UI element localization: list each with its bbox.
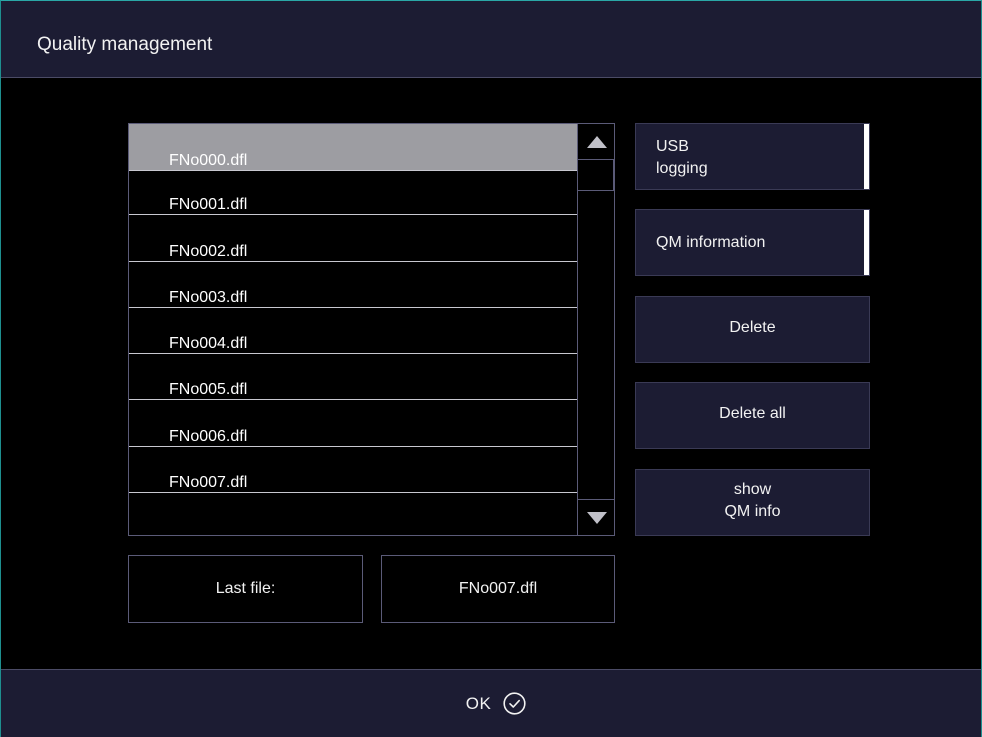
- list-item-label: FNo003.dfl: [169, 289, 248, 306]
- list-item[interactable]: FNo003.dfl: [129, 262, 577, 308]
- list-item-label: FNo001.dfl: [169, 196, 248, 213]
- scroll-down-button[interactable]: [578, 499, 615, 535]
- footer-bar: OK: [1, 669, 981, 737]
- last-file-value: FNo007.dfl: [458, 580, 538, 597]
- file-list[interactable]: FNo000.dfl FNo001.dfl FNo002.dfl FNo003.…: [128, 123, 615, 536]
- list-item-label: FNo000.dfl: [169, 152, 248, 169]
- scroll-up-button[interactable]: [578, 124, 615, 159]
- usb-logging-label: USB logging: [656, 138, 708, 177]
- list-item[interactable]: FNo001.dfl: [129, 171, 577, 215]
- list-item-label: FNo004.dfl: [169, 335, 248, 352]
- triangle-down-icon: [586, 511, 607, 524]
- list-item-label: FNo006.dfl: [169, 428, 248, 445]
- header-bar: Quality management: [1, 1, 981, 78]
- list-item[interactable]: FNo005.dfl: [129, 354, 577, 400]
- list-item-label: FNo002.dfl: [169, 243, 248, 260]
- active-indicator: [864, 210, 869, 275]
- delete-all-button[interactable]: Delete all: [635, 382, 870, 449]
- list-item[interactable]: FNo007.dfl: [129, 447, 577, 493]
- show-qm-info-label: show QM info: [724, 481, 781, 520]
- qm-information-label: QM information: [656, 234, 766, 251]
- delete-button[interactable]: Delete: [635, 296, 870, 363]
- last-file-label: Last file:: [215, 580, 276, 597]
- delete-label: Delete: [729, 319, 776, 336]
- page-title: Quality management: [37, 34, 213, 55]
- last-file-label-box: Last file:: [128, 555, 363, 623]
- scroll-thumb[interactable]: [578, 159, 614, 191]
- active-indicator: [864, 124, 869, 189]
- list-item-label: FNo007.dfl: [169, 474, 248, 491]
- qm-information-button[interactable]: QM information: [635, 209, 870, 276]
- ok-label: OK: [465, 693, 492, 713]
- list-item[interactable]: FNo006.dfl: [129, 400, 577, 447]
- list-item[interactable]: FNo002.dfl: [129, 215, 577, 262]
- triangle-up-icon: [586, 135, 607, 148]
- check-circle-icon: [503, 692, 526, 715]
- show-qm-info-button[interactable]: show QM info: [635, 469, 870, 536]
- list-item-label: FNo005.dfl: [169, 381, 248, 398]
- list-item[interactable]: FNo000.dfl: [129, 124, 577, 171]
- delete-all-label: Delete all: [719, 405, 786, 422]
- list-item[interactable]: FNo004.dfl: [129, 308, 577, 354]
- usb-logging-button[interactable]: USB logging: [635, 123, 870, 190]
- list-scrollbar[interactable]: [577, 124, 615, 535]
- ok-button[interactable]: OK: [431, 670, 561, 737]
- last-file-value-box: FNo007.dfl: [381, 555, 615, 623]
